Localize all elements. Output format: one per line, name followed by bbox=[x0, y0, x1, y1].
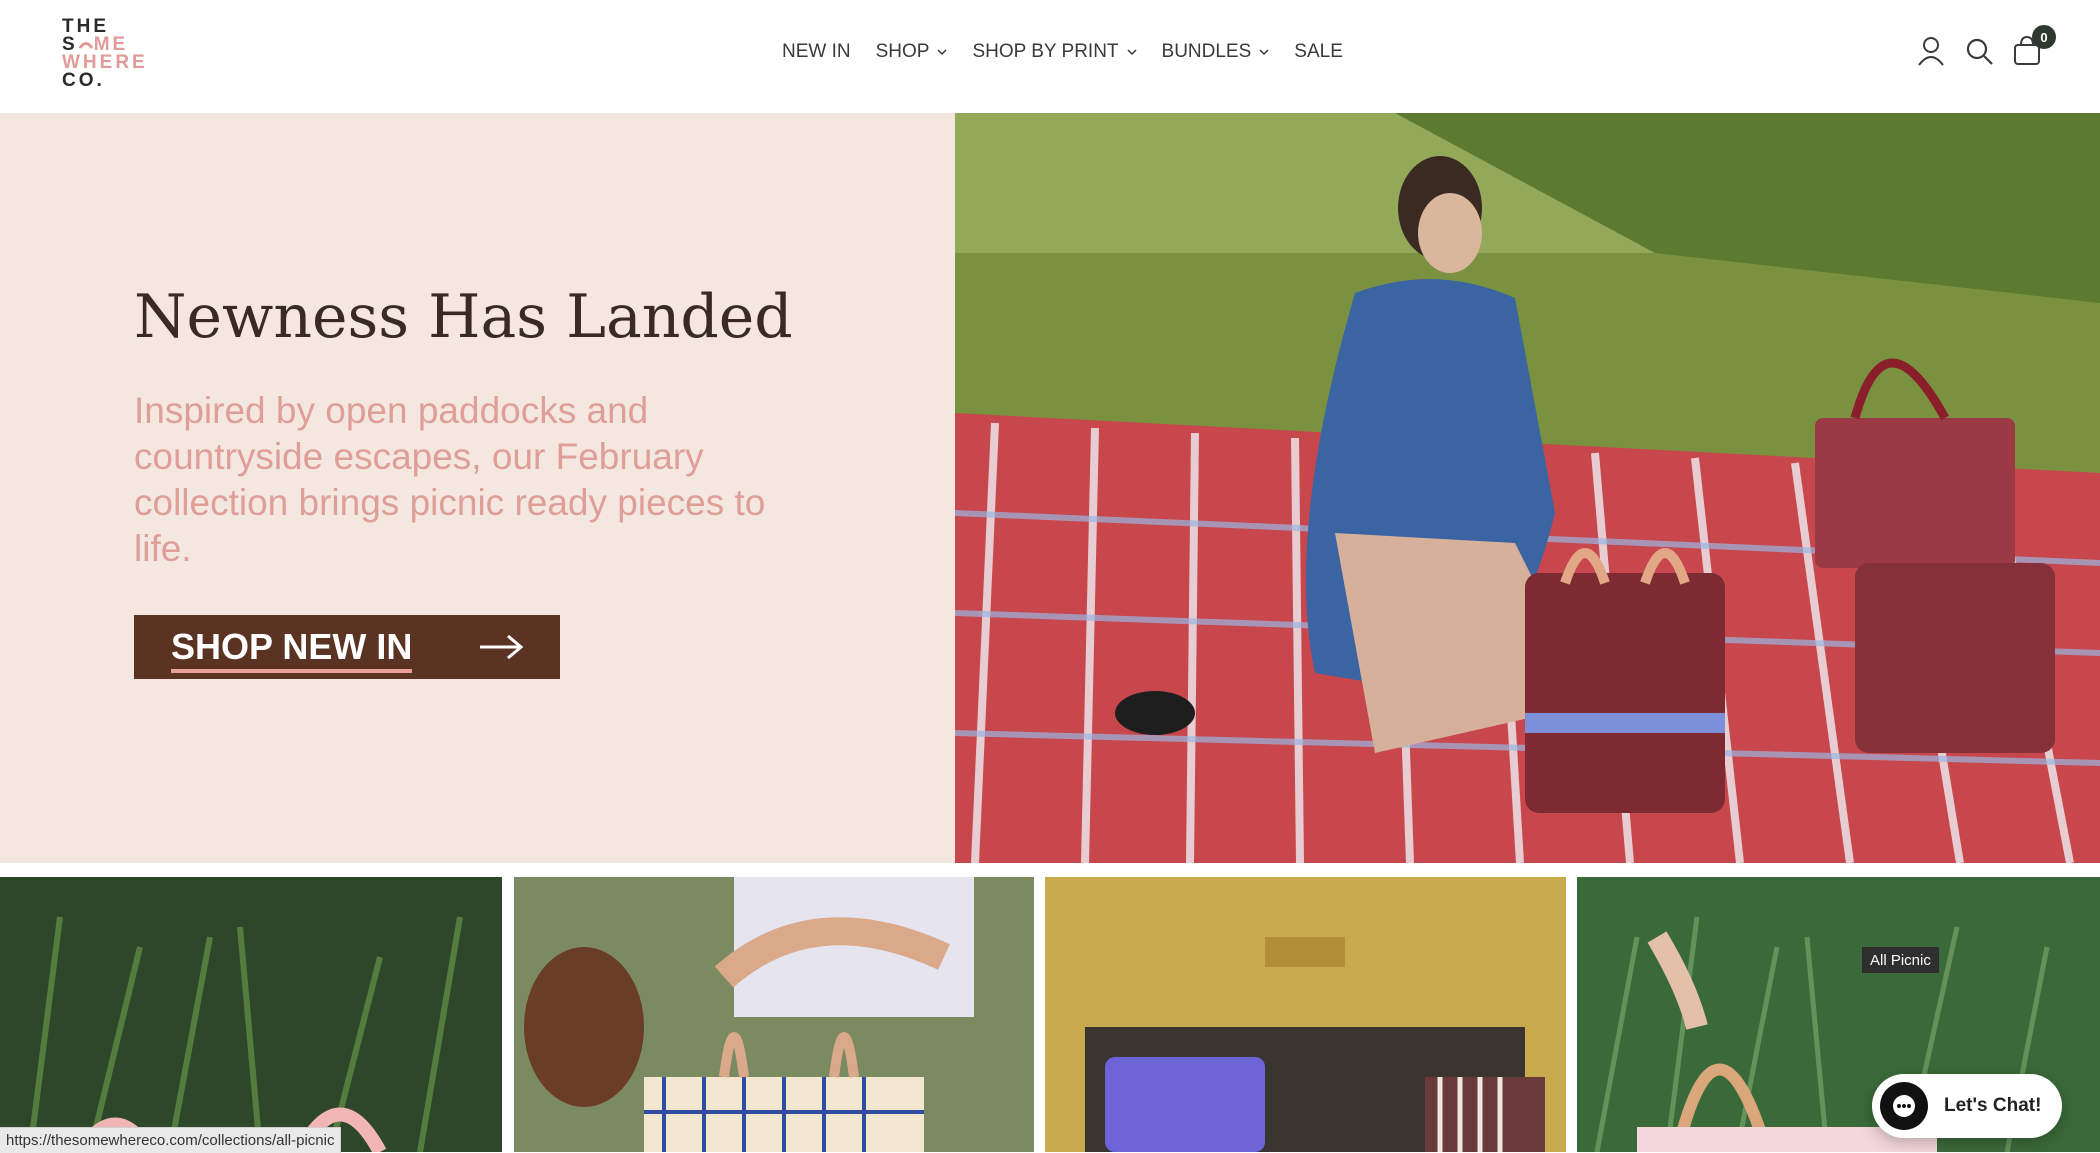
main-nav: NEW IN SHOP SHOP BY PRINT BUNDLES SALE bbox=[782, 40, 1368, 64]
shop-new-in-label: SHOP NEW IN bbox=[171, 626, 413, 673]
chat-bubble-icon bbox=[1880, 1082, 1928, 1130]
chat-label: Let's Chat! bbox=[1944, 1095, 2042, 1116]
hero-title: Newness Has Landed bbox=[134, 282, 793, 352]
cart-count-badge: 0 bbox=[2032, 25, 2056, 49]
logo-line-4: CO. bbox=[62, 70, 105, 91]
collection-tile[interactable] bbox=[514, 877, 1034, 1152]
cart-icon[interactable]: 0 bbox=[2010, 25, 2056, 68]
chevron-down-icon bbox=[1259, 49, 1269, 56]
nav-item-new-in[interactable]: NEW IN bbox=[782, 40, 851, 64]
arrow-right-icon bbox=[480, 634, 524, 660]
nav-item-shop-by-print[interactable]: SHOP BY PRINT bbox=[972, 40, 1137, 64]
collection-tile[interactable] bbox=[1045, 877, 1566, 1152]
shop-new-in-button[interactable]: SHOP NEW IN bbox=[134, 615, 560, 679]
nav-item-bundles[interactable]: BUNDLES bbox=[1162, 40, 1270, 64]
account-icon[interactable] bbox=[1914, 34, 1948, 68]
collection-tiles bbox=[0, 877, 2100, 1152]
site-header: THE S ME WHERE CO. NEW IN SHOP SHOP BY PR… bbox=[0, 0, 2100, 114]
status-bar-url: https://thesomewhereco.com/collections/a… bbox=[0, 1127, 342, 1153]
hero-image[interactable] bbox=[955, 113, 2100, 863]
brand-logo[interactable]: THE S ME WHERE CO. bbox=[62, 17, 145, 91]
header-icons: 0 bbox=[1914, 25, 2058, 68]
chevron-down-icon bbox=[937, 49, 947, 56]
link-tooltip: All Picnic bbox=[1862, 947, 1939, 973]
chevron-down-icon bbox=[1127, 49, 1137, 56]
hero-subtitle: Inspired by open paddocks and countrysid… bbox=[134, 390, 766, 569]
search-icon[interactable] bbox=[1962, 34, 1996, 68]
nav-item-shop[interactable]: SHOP bbox=[876, 40, 948, 64]
collection-tile[interactable] bbox=[0, 877, 502, 1152]
smile-icon bbox=[78, 42, 93, 49]
chat-widget-button[interactable]: Let's Chat! bbox=[1872, 1074, 2062, 1138]
nav-item-sale[interactable]: SALE bbox=[1294, 40, 1343, 64]
